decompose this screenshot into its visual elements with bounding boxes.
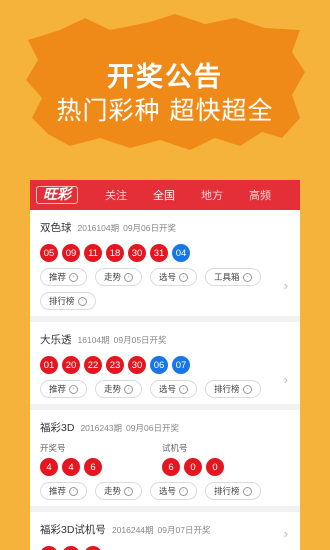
red-ball: 2 <box>40 546 58 550</box>
lottery-name: 福彩3D <box>40 422 75 434</box>
chevron-right-icon: › <box>179 272 189 282</box>
ball-row: 01 20 22 23 30 06 07 <box>40 356 290 374</box>
red-ball: 0 <box>206 458 224 476</box>
lottery-card[interactable]: 福彩3D试机号 2016244期 09月07日开奖 2 6 1 › <box>30 512 300 550</box>
blue-ball: 07 <box>172 356 190 374</box>
button-label: 排行榜 <box>214 486 240 496</box>
draw-date: 09月05日开奖 <box>113 335 167 345</box>
issue-number: 2016244期 <box>111 525 154 535</box>
draw-date: 09月06日开奖 <box>123 223 177 233</box>
issue-number: 2016104期 <box>77 223 120 233</box>
chevron-right-icon: › <box>124 384 134 394</box>
trend-button[interactable]: 走势 › <box>95 482 143 500</box>
chevron-right-icon: › <box>242 384 252 394</box>
chevron-right-icon[interactable]: › <box>284 372 288 387</box>
red-ball: 6 <box>62 546 80 550</box>
banner-title: 开奖公告 <box>107 62 223 93</box>
tab-follow[interactable]: 关注 <box>92 187 140 203</box>
red-ball: 0 <box>184 458 202 476</box>
recommend-button[interactable]: 推荐 › <box>40 482 88 500</box>
lottery-name: 大乐透 <box>40 334 72 346</box>
ranking-button[interactable]: 排行榜 › <box>205 482 261 500</box>
chevron-right-icon[interactable]: › <box>284 278 288 293</box>
red-ball: 22 <box>84 356 102 374</box>
button-label: 走势 <box>104 272 122 282</box>
red-ball: 23 <box>106 356 124 374</box>
red-ball: 6 <box>162 458 180 476</box>
chevron-right-icon: › <box>179 486 189 496</box>
ball-row: 2 6 1 <box>40 546 290 550</box>
button-label: 排行榜 <box>49 296 75 306</box>
button-label: 推荐 <box>49 384 67 394</box>
toolbox-button[interactable]: 工具箱 › <box>205 268 261 286</box>
button-label: 工具箱 <box>214 272 240 282</box>
chevron-right-icon: › <box>77 296 87 306</box>
red-ball: 11 <box>84 244 102 262</box>
red-ball: 30 <box>128 244 146 262</box>
button-label: 走势 <box>104 486 122 496</box>
top-nav: 旺彩 关注 全国 地方 高频 <box>30 180 300 210</box>
red-ball: 05 <box>40 244 58 262</box>
red-ball: 1 <box>84 546 102 550</box>
issue-number: 16104期 <box>77 335 110 345</box>
pick-numbers-button[interactable]: 选号 › <box>150 268 198 286</box>
tab-local[interactable]: 地方 <box>188 187 236 203</box>
draw-date: 09月07日开奖 <box>157 525 211 535</box>
chevron-right-icon: › <box>124 272 134 282</box>
red-ball: 4 <box>62 458 80 476</box>
blue-ball: 06 <box>150 356 168 374</box>
app-screen: 旺彩 关注 全国 地方 高频 双色球 2016104期 09月06日开奖 05 … <box>30 180 300 550</box>
red-ball: 18 <box>106 244 124 262</box>
tab-high-frequency[interactable]: 高频 <box>236 187 284 203</box>
red-ball: 30 <box>128 356 146 374</box>
issue-number: 2016243期 <box>80 423 123 433</box>
chevron-right-icon: › <box>124 486 134 496</box>
promo-banner: 开奖公告 热门彩种 超快超全 <box>0 0 330 180</box>
pick-numbers-button[interactable]: 选号 › <box>150 482 198 500</box>
red-ball: 20 <box>62 356 80 374</box>
draw-number-label: 开奖号 <box>40 443 66 453</box>
ranking-button[interactable]: 排行榜 › <box>40 292 96 310</box>
chevron-right-icon: › <box>69 486 79 496</box>
button-label: 推荐 <box>49 486 67 496</box>
button-label: 选号 <box>159 486 177 496</box>
app-logo: 旺彩 <box>36 186 78 204</box>
ball-row: 05 09 11 18 30 31 04 <box>40 244 290 262</box>
trend-button[interactable]: 走势 › <box>95 268 143 286</box>
ranking-button[interactable]: 排行榜 › <box>205 380 261 398</box>
lottery-name: 双色球 <box>40 222 72 234</box>
red-ball: 6 <box>84 458 102 476</box>
button-label: 推荐 <box>49 272 67 282</box>
red-ball: 31 <box>150 244 168 262</box>
button-label: 选号 <box>159 272 177 282</box>
button-label: 排行榜 <box>214 384 240 394</box>
recommend-button[interactable]: 推荐 › <box>40 380 88 398</box>
chevron-right-icon: › <box>242 486 252 496</box>
ball-row: 4 4 6 6 0 0 <box>40 458 290 476</box>
button-label: 走势 <box>104 384 122 394</box>
red-ball: 01 <box>40 356 58 374</box>
red-ball: 4 <box>40 458 58 476</box>
blue-ball: 04 <box>172 244 190 262</box>
red-ball: 09 <box>62 244 80 262</box>
lottery-name: 福彩3D试机号 <box>40 524 106 536</box>
chevron-right-icon: › <box>242 272 252 282</box>
lottery-card[interactable]: 双色球 2016104期 09月06日开奖 05 09 11 18 30 31 … <box>30 210 300 322</box>
lottery-card[interactable]: 大乐透 16104期 09月05日开奖 01 20 22 23 30 06 07… <box>30 322 300 410</box>
banner-subtitle: 热门彩种 超快超全 <box>56 96 274 125</box>
recommend-button[interactable]: 推荐 › <box>40 268 88 286</box>
test-number-label: 试机号 <box>162 443 188 453</box>
chevron-right-icon: › <box>179 384 189 394</box>
lottery-card[interactable]: 福彩3D 2016243期 09月06日开奖 开奖号 试机号 4 4 6 6 0… <box>30 410 300 512</box>
chevron-right-icon[interactable]: › <box>284 526 288 541</box>
chevron-right-icon: › <box>69 384 79 394</box>
trend-button[interactable]: 走势 › <box>95 380 143 398</box>
chevron-right-icon: › <box>69 272 79 282</box>
pick-numbers-button[interactable]: 选号 › <box>150 380 198 398</box>
button-label: 选号 <box>159 384 177 394</box>
tab-national[interactable]: 全国 <box>140 187 188 203</box>
draw-date: 09月06日开奖 <box>126 423 179 433</box>
